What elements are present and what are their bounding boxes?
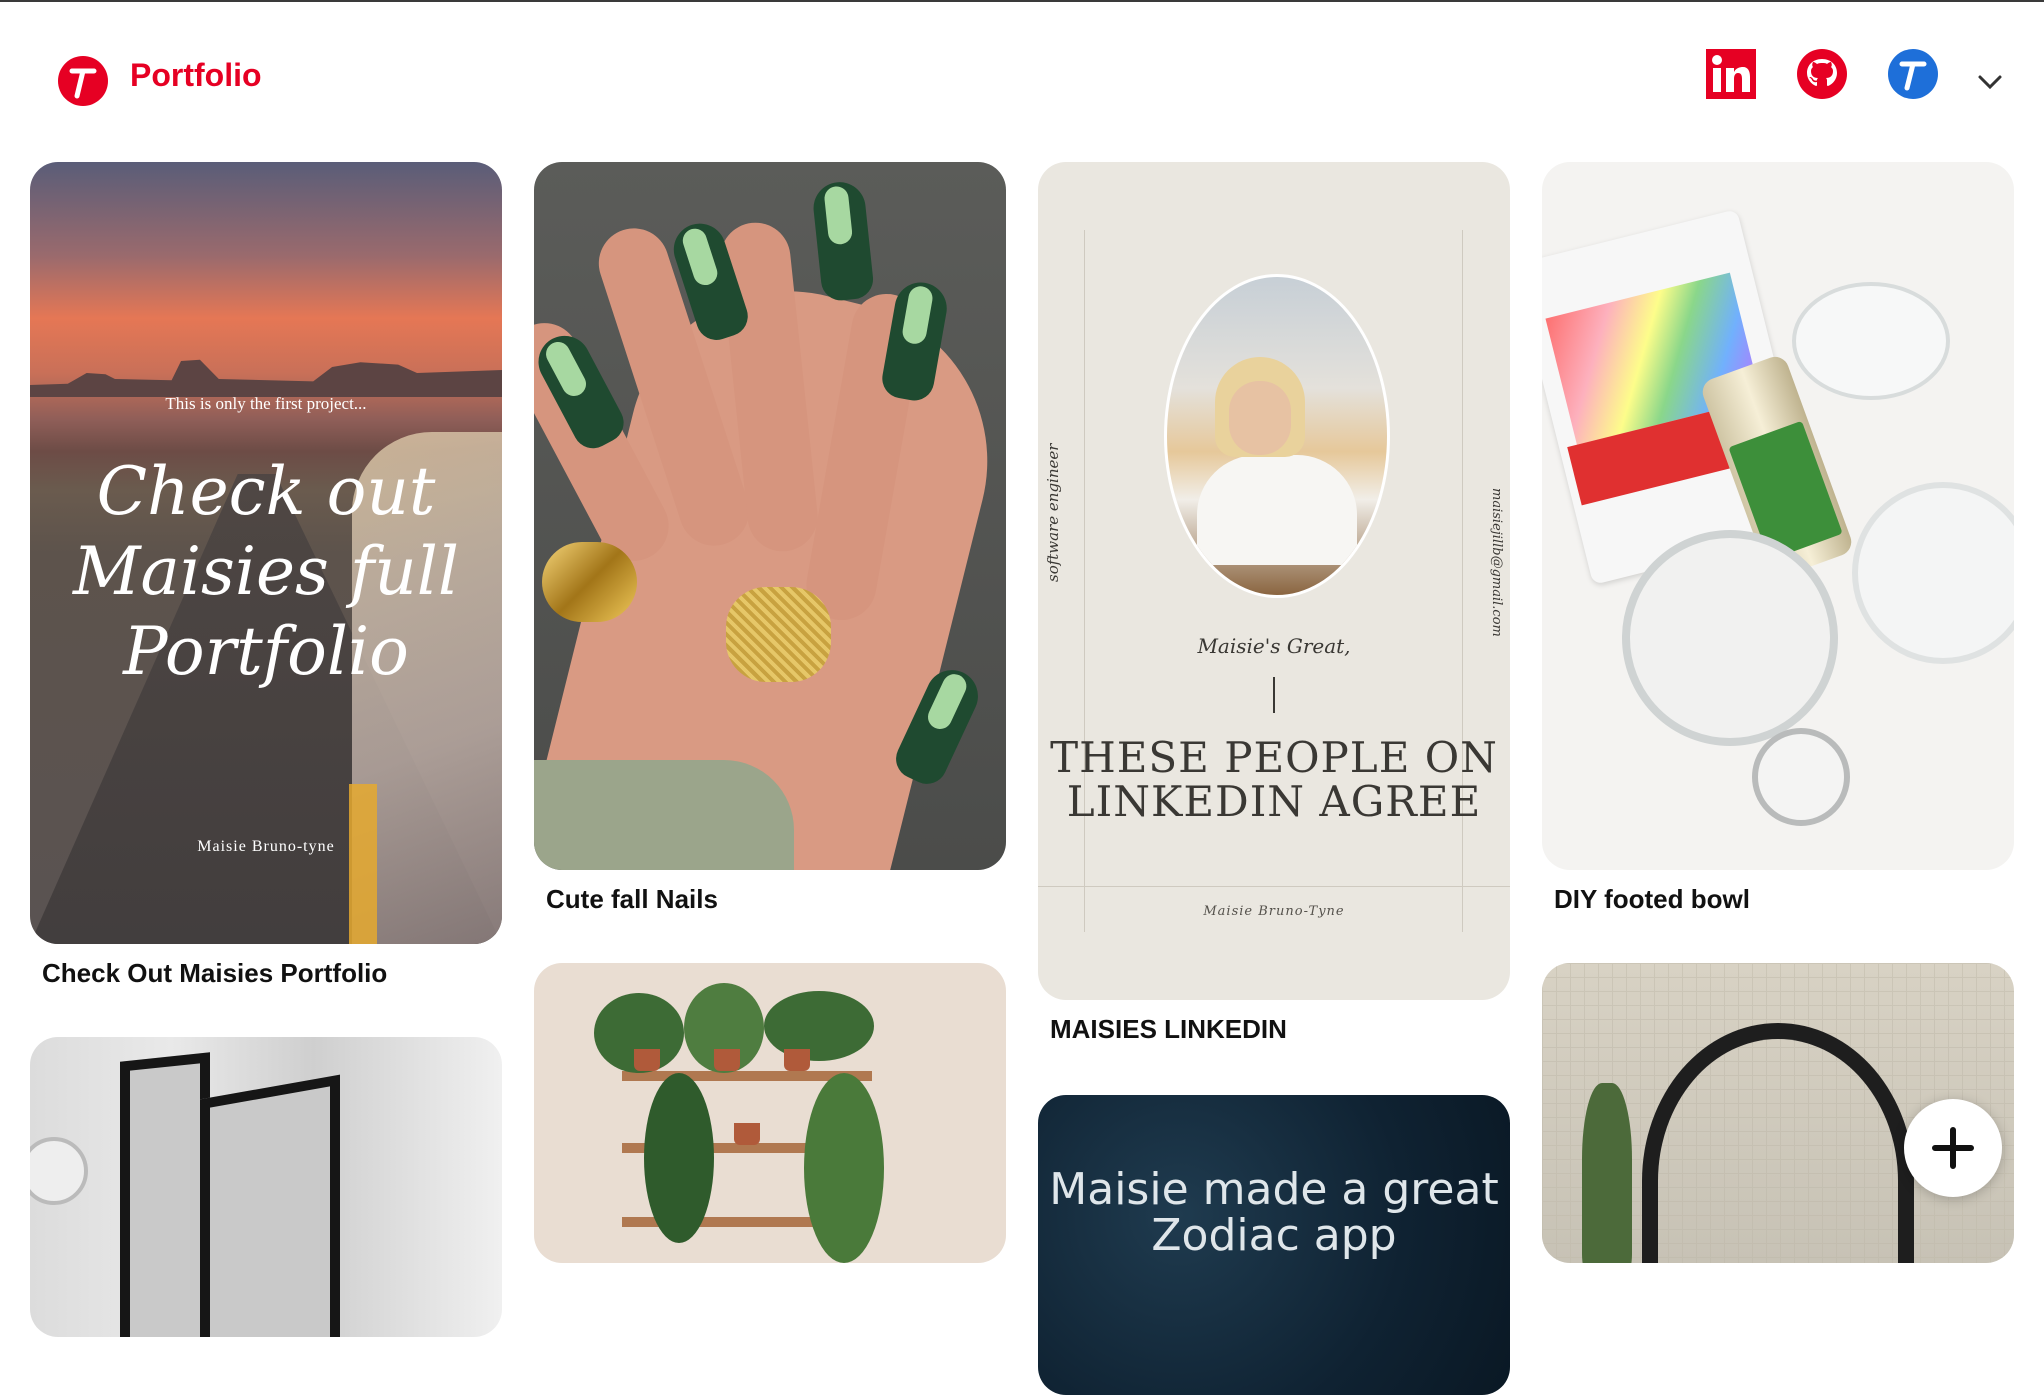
bowl-mold [1622, 530, 1838, 746]
gold-ring [542, 542, 637, 622]
sweater-cuff [534, 760, 794, 870]
card-great: Maisie's Great, [1197, 634, 1351, 658]
card-headline: THESE PEOPLE ON LINKEDIN AGREE [1050, 733, 1498, 826]
pin-card-portfolio[interactable]: This is only the first project... Check … [30, 162, 502, 989]
nail [810, 179, 876, 303]
pin-image[interactable] [1542, 162, 2014, 870]
pin-title[interactable]: DIY footed bowl [1554, 884, 2014, 915]
pin-image[interactable] [30, 1037, 502, 1337]
pin-image[interactable] [534, 963, 1006, 1263]
overlay-headline: Check out Maisies full Portfolio [72, 453, 460, 690]
clock-icon [30, 1137, 88, 1205]
avatar-icon[interactable] [1887, 48, 1939, 100]
pin-title[interactable]: Cute fall Nails [546, 884, 1006, 915]
github-icon[interactable] [1796, 48, 1848, 100]
gold-ring [726, 587, 831, 682]
overlay-text: Maisie made a great Zodiac app [1049, 1164, 1499, 1261]
pin-image[interactable]: Maisie made a great Zodiac app [1038, 1095, 1510, 1395]
brand-title[interactable]: Portfolio [130, 57, 262, 94]
pin-card-linkedin[interactable]: software engineer maisiejillb@gmail.com … [1038, 162, 1510, 1045]
road-marking [349, 784, 377, 944]
card-side-right: maisiejillb@gmail.com [1489, 488, 1504, 637]
overlay-subtitle: This is only the first project... [165, 394, 367, 413]
mesa-silhouette [30, 359, 502, 397]
pin-card-plants[interactable] [534, 963, 1006, 1263]
chevron-down-icon[interactable] [1975, 66, 2005, 96]
pin-image[interactable]: This is only the first project... Check … [30, 162, 502, 944]
add-pin-button[interactable] [1904, 1099, 2002, 1197]
linkedin-icon[interactable] [1705, 48, 1757, 100]
pin-title[interactable]: Check Out Maisies Portfolio [42, 958, 502, 989]
overlay-signature: Maisie Bruno-tyne [197, 838, 335, 855]
plus-icon [1932, 1127, 1974, 1169]
snake-plant [1582, 1083, 1632, 1263]
portrait-photo [1164, 274, 1390, 598]
pin-image[interactable] [534, 162, 1006, 870]
card-side-left: software engineer [1044, 443, 1062, 582]
window-top-border [0, 0, 2044, 2]
pin-card-frames[interactable] [30, 1037, 502, 1337]
logo-icon[interactable] [58, 56, 108, 106]
pin-card-zodiac[interactable]: Maisie made a great Zodiac app [1038, 1095, 1510, 1395]
pin-card-bowl[interactable]: DIY footed bowl [1542, 162, 2014, 915]
pin-card-nails[interactable]: Cute fall Nails [534, 162, 1006, 915]
pin-title[interactable]: MAISIES LINKEDIN [1050, 1014, 1510, 1045]
pin-image[interactable]: software engineer maisiejillb@gmail.com … [1038, 162, 1510, 1000]
card-signature: Maisie Bruno-Tyne [1203, 904, 1345, 919]
